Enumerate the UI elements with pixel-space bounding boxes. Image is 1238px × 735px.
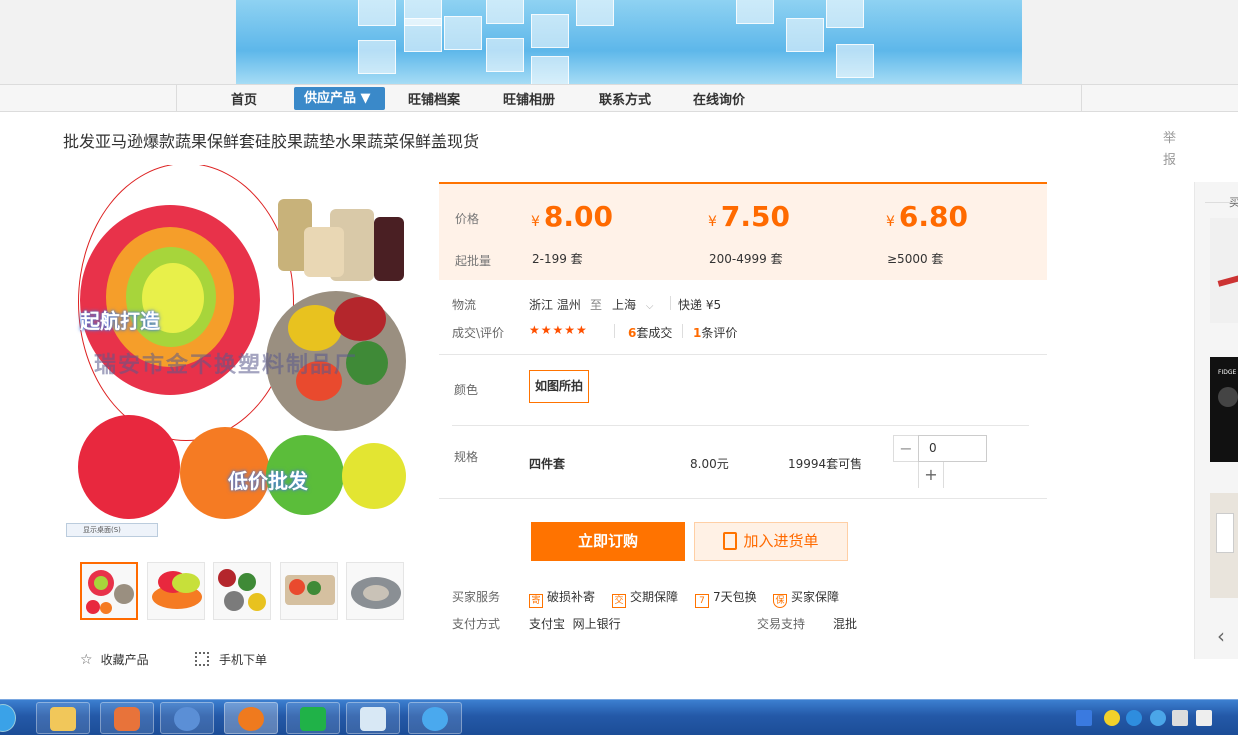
- chevron-down-icon: ⌵: [645, 301, 654, 312]
- image-watermark: 瑞安市金不换塑料制品厂: [94, 353, 359, 378]
- windows-taskbar: [0, 699, 1238, 735]
- review-count-link[interactable]: 1条评价: [693, 324, 737, 341]
- nav-contact[interactable]: 联系方式: [599, 89, 651, 108]
- logistics-label: 物流: [452, 298, 477, 312]
- taskbar-wps[interactable]: [286, 702, 340, 734]
- recommend-item-2[interactable]: FIDGE: [1210, 357, 1238, 462]
- desktop-tooltip: 显示桌面(S): [66, 523, 158, 537]
- spec-stock: 19994套可售: [788, 457, 863, 471]
- shop-banner: [236, 0, 1022, 84]
- star-outline-icon: ☆: [80, 652, 93, 668]
- sold-count-link[interactable]: 6套成交: [628, 324, 672, 341]
- service-damage[interactable]: 寄破损补寄: [529, 588, 595, 608]
- product-title: 批发亚马逊爆款蔬果保鲜套硅胶果蔬垫水果蔬菜保鲜盖现货: [63, 132, 480, 151]
- spec-label: 规格: [454, 450, 479, 464]
- taskbar-firefox[interactable]: [224, 702, 278, 734]
- taskbar-explorer[interactable]: [36, 702, 90, 734]
- wps-icon: [300, 707, 326, 731]
- network-icon[interactable]: [1172, 710, 1188, 726]
- thumbnail-5[interactable]: [346, 562, 404, 620]
- color-option[interactable]: 如图所拍: [529, 370, 589, 403]
- favorite-link[interactable]: ☆ 收藏产品: [80, 651, 149, 668]
- quantity-input[interactable]: 0: [918, 435, 987, 462]
- price-label: 价格: [455, 212, 480, 226]
- payment-methods: 支付宝 网上银行: [529, 617, 621, 631]
- recommend-item-3[interactable]: [1210, 493, 1238, 598]
- thumbnail-3[interactable]: [213, 562, 271, 620]
- ship-from: 浙江 温州: [529, 298, 581, 312]
- price-tier-3: ¥6.80: [886, 200, 969, 233]
- thumbnail-1[interactable]: [80, 562, 138, 620]
- express-fee: 快递 ¥5: [678, 298, 722, 312]
- browser-icon: [174, 707, 200, 731]
- qty-tier-3: ≥5000 套: [887, 252, 944, 266]
- mobile-order-label: 手机下单: [219, 653, 268, 667]
- qrcode-icon: [195, 652, 209, 666]
- trade-support-value: 混批: [833, 617, 858, 631]
- add-to-cart-button[interactable]: 加入进货单: [694, 522, 848, 561]
- shop-nav: 首页 供应产品 ▼ 旺铺档案 旺铺相册 联系方式 在线询价: [0, 84, 1238, 112]
- service-exchange[interactable]: 7 7天包换: [695, 588, 757, 608]
- tray-globe-icon[interactable]: [1150, 710, 1166, 726]
- nav-inquiry[interactable]: 在线询价: [693, 89, 745, 108]
- seven-day-exchange-icon: 7: [695, 594, 709, 608]
- order-now-button[interactable]: 立即订购: [531, 522, 685, 561]
- price-tier-1: ¥8.00: [531, 200, 614, 233]
- sidebar-prev-arrow[interactable]: ‹: [1217, 624, 1225, 648]
- start-button[interactable]: [0, 704, 16, 732]
- deals-label: 成交\评价: [452, 326, 505, 340]
- camera-icon: [114, 707, 140, 731]
- taskbar-wangwang[interactable]: [408, 702, 462, 734]
- favorite-label: 收藏产品: [100, 653, 149, 667]
- delivery-guarantee-icon: 交: [612, 594, 626, 608]
- moq-label: 起批量: [455, 254, 492, 268]
- report-link[interactable]: 举报: [1163, 128, 1177, 172]
- taskbar-browser[interactable]: [160, 702, 214, 734]
- ship-to-word: 至: [590, 298, 603, 312]
- volume-muted-icon[interactable]: [1196, 710, 1212, 726]
- recommend-item-1[interactable]: [1210, 218, 1238, 323]
- tray-cloud-icon[interactable]: [1126, 710, 1142, 726]
- baidu-tray-icon[interactable]: [1076, 710, 1092, 726]
- nav-home[interactable]: 首页: [231, 89, 257, 108]
- firefox-icon: [238, 707, 264, 731]
- service-protection[interactable]: 保买家保障: [773, 588, 839, 608]
- rating-stars: ★★★★★: [529, 323, 588, 337]
- spec-price: 8.00元: [690, 457, 729, 471]
- nav-products[interactable]: 供应产品 ▼: [294, 87, 385, 110]
- taskbar-notes[interactable]: [346, 702, 400, 734]
- image-tag-start: 起航打造: [80, 309, 160, 333]
- nav-profile[interactable]: 旺铺档案: [408, 89, 460, 108]
- qty-tier-1: 2-199 套: [532, 252, 583, 266]
- image-tag-wholesale: 低价批发: [228, 469, 308, 493]
- damage-resend-icon: 寄: [529, 594, 543, 608]
- banner-area: [0, 0, 1238, 84]
- notes-icon: [360, 707, 386, 731]
- ship-to-select[interactable]: 上海 ⌵: [612, 296, 653, 313]
- color-label: 颜色: [454, 383, 479, 397]
- price-panel: 价格 起批量 ¥8.00 ¥7.50 ¥6.80 2-199 套 200-499…: [439, 182, 1047, 280]
- thumbnail-4[interactable]: [280, 562, 338, 620]
- payment-label: 支付方式: [452, 617, 501, 631]
- qty-tier-2: 200-4999 套: [709, 252, 783, 266]
- recommend-sidebar: 买 FIDGE ‹: [1194, 182, 1238, 659]
- system-tray: [1068, 700, 1238, 735]
- taskbar-camera[interactable]: [100, 702, 154, 734]
- spec-name: 四件套: [529, 457, 566, 471]
- mobile-order-link[interactable]: 手机下单: [195, 651, 267, 668]
- wangwang-icon: [422, 707, 448, 731]
- service-delivery[interactable]: 交交期保障: [612, 588, 678, 608]
- quantity-decrease-button[interactable]: −: [893, 435, 919, 462]
- price-tier-2: ¥7.50: [708, 200, 791, 233]
- trade-support-label: 交易支持: [757, 617, 806, 631]
- quantity-increase-button[interactable]: +: [918, 462, 944, 488]
- folder-icon: [50, 707, 76, 731]
- shield-icon: 保: [773, 594, 787, 608]
- main-product-image[interactable]: 起航打造 瑞安市金不换塑料制品厂 低价批发 显示桌面(S): [66, 165, 410, 541]
- clipboard-icon: [723, 532, 738, 550]
- nav-album[interactable]: 旺铺相册: [503, 89, 555, 108]
- thumbnail-2[interactable]: [147, 562, 205, 620]
- services-label: 买家服务: [452, 590, 501, 604]
- tray-plus-icon[interactable]: [1104, 710, 1120, 726]
